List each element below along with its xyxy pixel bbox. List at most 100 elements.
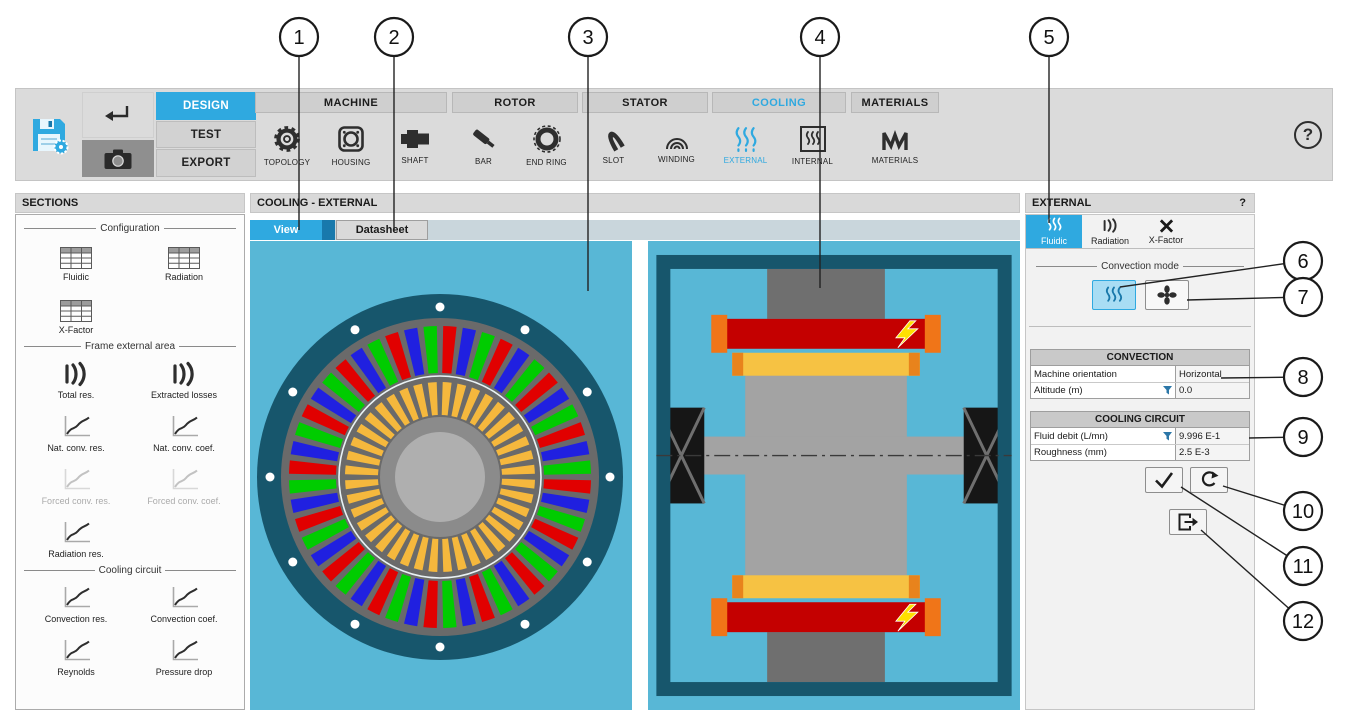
- ribbon-group-title: COOLING: [712, 92, 846, 113]
- section-item-label: Extracted losses: [151, 390, 217, 400]
- ribbon-item-slot[interactable]: SLOT: [582, 113, 645, 177]
- reset-button[interactable]: [1190, 467, 1228, 493]
- export-results-button[interactable]: [1169, 509, 1207, 535]
- ribbon-item-label: SHAFT: [401, 156, 428, 165]
- export-row: [1169, 509, 1254, 535]
- tab-datasheet[interactable]: Datasheet: [336, 220, 428, 240]
- forced-convection-button[interactable]: [1145, 280, 1189, 310]
- chart-icon: [61, 468, 91, 493]
- callout-number: 11: [1293, 556, 1314, 578]
- chart-icon: [61, 415, 91, 440]
- section-item-total-res[interactable]: Total res.: [22, 356, 130, 400]
- row-label: Fluid debit (L/mn): [1031, 428, 1175, 444]
- test-mode-button[interactable]: TEST: [156, 121, 256, 149]
- callout-number: 3: [582, 27, 593, 49]
- ribbon-item-label: MATERIALS: [872, 156, 919, 165]
- row-label: Machine orientation: [1031, 366, 1175, 382]
- ribbon-item-label: INTERNAL: [792, 157, 833, 166]
- callout-circle-4: [801, 18, 839, 56]
- section-item-radiation[interactable]: Radiation: [130, 238, 238, 282]
- section-item-forced-conv-res[interactable]: Forced conv. res.: [22, 462, 130, 506]
- section-item-reynolds[interactable]: Reynolds: [22, 633, 130, 677]
- help-button[interactable]: ?: [1294, 121, 1322, 149]
- section-item-label: Convection res.: [45, 614, 108, 624]
- ribbon-item-external-cooling[interactable]: EXTERNAL: [712, 113, 779, 177]
- chart-icon: [61, 639, 91, 664]
- ribbon-item-topology[interactable]: TOPOLOGY: [255, 113, 319, 177]
- tab-label: Fluidic: [1041, 236, 1067, 246]
- roughness-value[interactable]: 2.5 E-3: [1175, 445, 1249, 460]
- section-item-extracted-losses[interactable]: Extracted losses: [130, 356, 238, 400]
- design-mode-button[interactable]: DESIGN: [156, 92, 256, 120]
- ribbon-item-internal-cooling[interactable]: INTERNAL: [779, 113, 846, 177]
- section-item-pressure-drop[interactable]: Pressure drop: [130, 633, 238, 677]
- section-item-label: Nat. conv. coef.: [153, 443, 215, 453]
- altitude-value[interactable]: 0.0: [1175, 383, 1249, 398]
- callout-circle-7: [1284, 278, 1322, 316]
- section-item-forced-conv-coef[interactable]: Forced conv. coef.: [130, 462, 238, 506]
- internal-cooling-icon: [799, 125, 827, 153]
- section-item-label: Forced conv. coef.: [147, 496, 220, 506]
- ribbon-group-rotor: ROTOR BAR: [452, 92, 578, 178]
- chart-icon: [169, 639, 199, 664]
- tab-x-factor[interactable]: X-Factor: [1138, 215, 1194, 248]
- ribbon-item-winding[interactable]: WINDING: [645, 113, 708, 177]
- screenshot-button[interactable]: [82, 140, 154, 177]
- apply-button[interactable]: [1145, 467, 1183, 493]
- tab-view[interactable]: View: [250, 220, 322, 240]
- tab-radiation[interactable]: Radiation: [1082, 215, 1138, 248]
- apply-reset-row: [1026, 467, 1228, 493]
- save-button[interactable]: [19, 92, 79, 177]
- section-item-convection-res[interactable]: Convection res.: [22, 580, 130, 624]
- section-item-nat-conv-coef[interactable]: Nat. conv. coef.: [130, 409, 238, 453]
- chart-icon: [61, 521, 91, 546]
- callout-number: 10: [1292, 501, 1314, 523]
- section-item-radiation-res[interactable]: Radiation res.: [22, 515, 130, 559]
- return-button[interactable]: [82, 92, 154, 138]
- tab-fluidic[interactable]: Fluidic: [1026, 215, 1082, 248]
- section-item-fluidic[interactable]: Fluidic: [22, 238, 130, 282]
- table-row: Fluid debit (L/mn) 9.996 E-1: [1031, 428, 1249, 444]
- radiation-arcs-icon: [171, 361, 197, 387]
- sections-panel-title: SECTIONS: [15, 193, 245, 213]
- section-item-label: Reynolds: [57, 667, 95, 677]
- radiation-arcs-icon: [63, 361, 89, 387]
- cooling-waves-icon: [733, 126, 759, 152]
- ribbon-item-bar[interactable]: BAR: [452, 113, 515, 177]
- machine-orientation-value[interactable]: Horizontal: [1175, 366, 1249, 382]
- parameter-funnel-icon: [1162, 385, 1173, 396]
- callout-circle-11: [1284, 547, 1322, 585]
- ribbon-group-machine: MACHINE TOPOLOGY: [255, 92, 447, 178]
- fluidic-waves-icon: [1046, 217, 1063, 234]
- section-item-label: Fluidic: [63, 272, 89, 282]
- section-item-nat-conv-res[interactable]: Nat. conv. res.: [22, 409, 130, 453]
- exit-export-icon: [1177, 512, 1199, 532]
- save-icon: [28, 114, 70, 156]
- section-item-convection-coef[interactable]: Convection coef.: [130, 580, 238, 624]
- table-icon: [60, 300, 92, 322]
- callout-number: 8: [1297, 367, 1308, 389]
- export-mode-button[interactable]: EXPORT: [156, 149, 256, 177]
- view-tabstrip: View Datasheet: [250, 220, 1020, 240]
- table-icon: [60, 247, 92, 269]
- right-panel-help[interactable]: ?: [1239, 194, 1246, 212]
- ribbon-item-housing[interactable]: HOUSING: [319, 113, 383, 177]
- section-item-label: Forced conv. res.: [42, 496, 111, 506]
- chart-icon: [169, 415, 199, 440]
- refresh-icon: [1199, 470, 1219, 490]
- natural-convection-button[interactable]: [1092, 280, 1136, 310]
- chart-icon: [169, 586, 199, 611]
- ribbon-item-label: WINDING: [658, 155, 695, 164]
- callout-circle-1: [280, 18, 318, 56]
- ribbon-item-shaft[interactable]: SHAFT: [383, 113, 447, 177]
- callout-circle-2: [375, 18, 413, 56]
- callout-circle-3: [569, 18, 607, 56]
- ribbon-item-materials[interactable]: MATERIALS: [851, 113, 939, 177]
- ribbon-item-end-ring[interactable]: END RING: [515, 113, 578, 177]
- section-item-x-factor[interactable]: X-Factor: [22, 291, 130, 335]
- ribbon-group-title: MATERIALS: [851, 92, 939, 113]
- group-legend-frame-external-area: Frame external area: [24, 341, 236, 352]
- ribbon-group-materials: MATERIALS MATERIALS: [851, 92, 939, 178]
- fluid-debit-value[interactable]: 9.996 E-1: [1175, 428, 1249, 444]
- group-legend-configuration: Configuration: [24, 223, 236, 234]
